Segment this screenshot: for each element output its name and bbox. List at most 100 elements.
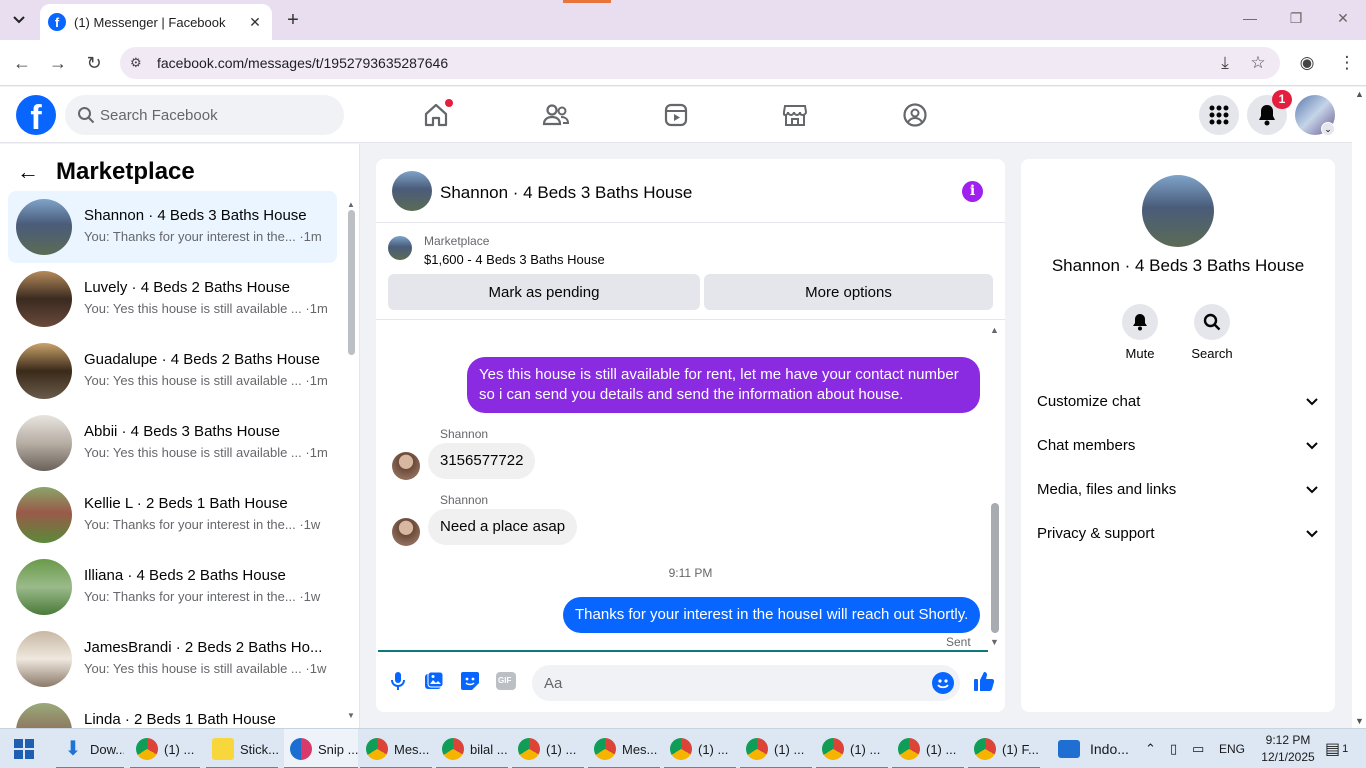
info-icon[interactable]: i <box>962 181 983 202</box>
conversation-item[interactable]: Illiana · 4 Beds 2 Baths House You: Than… <box>8 551 337 623</box>
sender-avatar[interactable] <box>392 518 420 546</box>
conversation-item[interactable]: Abbii · 4 Beds 3 Baths House You: Yes th… <box>8 407 337 479</box>
nav-marketplace[interactable] <box>775 97 815 133</box>
conversation-item[interactable]: Guadalupe · 4 Beds 2 Baths House You: Ye… <box>8 335 337 407</box>
conversation-item[interactable]: Luvely · 4 Beds 2 Baths House You: Yes t… <box>8 263 337 335</box>
taskbar-label: (1) ... <box>164 741 195 757</box>
taskbar-clock[interactable]: 9:12 PM 12/1/2025 <box>1258 732 1318 766</box>
scroll-up-icon[interactable]: ▲ <box>347 200 355 209</box>
outgoing-message[interactable]: Thanks for your interest in the houseI w… <box>563 597 981 633</box>
action-center-button[interactable]: ▤ 1 <box>1325 729 1348 768</box>
listing-thumbnail[interactable] <box>388 236 412 260</box>
chrome-icon <box>518 738 540 760</box>
back-button[interactable]: ← <box>10 52 34 74</box>
scrollbar-thumb[interactable] <box>991 503 999 633</box>
search-input[interactable] <box>100 95 330 135</box>
gaming-icon <box>903 103 927 127</box>
sticker-icon[interactable] <box>458 669 482 693</box>
close-tab-icon[interactable]: ✕ <box>246 14 264 31</box>
emoji-icon[interactable] <box>932 672 954 694</box>
new-tab-button[interactable]: + <box>282 8 304 32</box>
outgoing-message[interactable]: Yes this house is still available for re… <box>467 357 980 413</box>
more-options-button[interactable]: More options <box>704 274 993 310</box>
url-field[interactable]: ⚙ facebook.com/messages/t/19527936352876… <box>120 47 1280 79</box>
taskbar-item-chrome[interactable]: (1) ... <box>664 729 736 768</box>
reload-button[interactable]: ↻ <box>82 52 106 74</box>
account-chevron-icon[interactable]: ⌄ <box>1321 122 1335 136</box>
nav-watch[interactable] <box>656 97 696 133</box>
profile-icon[interactable]: ◉ <box>1296 52 1318 74</box>
network-icon[interactable]: ▭ <box>1192 729 1204 768</box>
taskbar-item-chrome[interactable]: bilal ... <box>436 729 508 768</box>
message-sent-status: Sent <box>946 635 971 649</box>
message-input[interactable] <box>544 665 914 701</box>
taskbar-item-sticky-notes[interactable]: Stick... <box>206 729 278 768</box>
privacy-support-row[interactable]: Privacy & support <box>1037 513 1319 553</box>
facebook-logo-icon[interactable]: f <box>16 95 56 135</box>
page-scrollbar[interactable]: ▲ ▼ <box>1352 87 1366 728</box>
weather-widget[interactable]: Indo... <box>1058 729 1129 768</box>
conversation-item[interactable]: JamesBrandi · 2 Beds 2 Baths Ho... You: … <box>8 623 337 695</box>
windows-start-icon[interactable] <box>14 739 34 759</box>
conversation-header-avatar[interactable] <box>392 171 432 211</box>
thread-scrollbar[interactable]: ▲ ▼ <box>989 325 1001 647</box>
tray-device-icon[interactable]: ▯ <box>1170 729 1177 768</box>
incoming-message[interactable]: Need a place asap <box>428 509 578 545</box>
mark-as-pending-button[interactable]: Mark as pending <box>388 274 700 310</box>
mute-action[interactable]: Mute <box>1110 304 1170 361</box>
restore-icon[interactable]: ❐ <box>1286 10 1306 27</box>
chrome-icon <box>442 738 464 760</box>
scroll-down-icon[interactable]: ▼ <box>1355 716 1364 726</box>
conversation-item[interactable]: Kellie L · 2 Beds 1 Bath House You: Than… <box>8 479 337 551</box>
taskbar-item-downloads[interactable]: ⬇ Dow... <box>56 729 124 768</box>
tray-show-hidden-icon[interactable]: ⌃ <box>1145 729 1156 768</box>
taskbar-item-chrome[interactable]: Mes... <box>360 729 432 768</box>
taskbar-item-chrome[interactable]: (1) ... <box>816 729 888 768</box>
scroll-up-icon[interactable]: ▲ <box>1355 89 1364 99</box>
nav-friends[interactable] <box>536 97 576 133</box>
taskbar-item-chrome[interactable]: (1) ... <box>892 729 964 768</box>
minimize-icon[interactable]: — <box>1240 10 1260 26</box>
microphone-icon[interactable] <box>386 669 410 693</box>
details-avatar[interactable] <box>1142 175 1214 247</box>
media-files-links-row[interactable]: Media, files and links <box>1037 469 1319 509</box>
taskbar-item-chrome[interactable]: (1) ... <box>130 729 200 768</box>
chat-list-scrollbar[interactable]: ▲ ▼ <box>347 200 356 720</box>
back-arrow-icon[interactable]: ← <box>16 159 40 185</box>
install-app-icon[interactable]: ⤓ <box>1214 52 1236 74</box>
taskbar-item-chrome[interactable]: Mes... <box>588 729 660 768</box>
taskbar-item-snipping-tool[interactable]: Snip ... <box>284 729 358 768</box>
browser-tab[interactable]: f (1) Messenger | Facebook ✕ <box>40 4 272 40</box>
search-action[interactable]: Search <box>1182 304 1242 361</box>
taskbar-item-chrome[interactable]: (1) ... <box>740 729 812 768</box>
incoming-message[interactable]: 3156577722 <box>428 443 536 479</box>
gif-icon[interactable]: GIF <box>494 669 518 693</box>
conversation-item[interactable]: Linda · 2 Beds 1 Bath House <box>8 695 337 728</box>
chat-members-row[interactable]: Chat members <box>1037 425 1319 465</box>
taskbar-item-chrome[interactable]: (1) ... <box>512 729 584 768</box>
conversation-item[interactable]: Shannon · 4 Beds 3 Baths House You: Than… <box>8 191 337 263</box>
scroll-down-icon[interactable]: ▼ <box>990 637 999 647</box>
language-indicator[interactable]: ENG <box>1219 729 1245 768</box>
taskbar-item-chrome[interactable]: (1) F... <box>968 729 1040 768</box>
photo-icon[interactable] <box>422 669 446 693</box>
scroll-up-icon[interactable]: ▲ <box>990 325 999 335</box>
listing-title[interactable]: $1,600 - 4 Beds 3 Baths House <box>424 252 605 267</box>
conversation-title[interactable]: Shannon · 4 Beds 3 Baths House <box>440 183 692 203</box>
facebook-search[interactable] <box>65 95 344 135</box>
customize-chat-row[interactable]: Customize chat <box>1037 381 1319 421</box>
sender-avatar[interactable] <box>392 452 420 480</box>
scrollbar-thumb[interactable] <box>348 210 355 355</box>
forward-button[interactable]: → <box>46 52 70 74</box>
bookmark-star-icon[interactable]: ☆ <box>1247 52 1269 74</box>
scroll-down-icon[interactable]: ▼ <box>347 711 355 720</box>
nav-gaming[interactable] <box>895 97 935 133</box>
tab-search-button[interactable] <box>6 8 32 32</box>
menu-grid-button[interactable] <box>1199 95 1239 135</box>
site-info-icon[interactable]: ⚙ <box>130 55 146 71</box>
message-input-box[interactable] <box>532 665 960 701</box>
thumbs-up-icon[interactable] <box>972 669 996 693</box>
browser-menu-icon[interactable]: ⋮ <box>1336 52 1358 74</box>
chrome-icon <box>366 738 388 760</box>
close-window-icon[interactable]: ✕ <box>1333 10 1353 27</box>
